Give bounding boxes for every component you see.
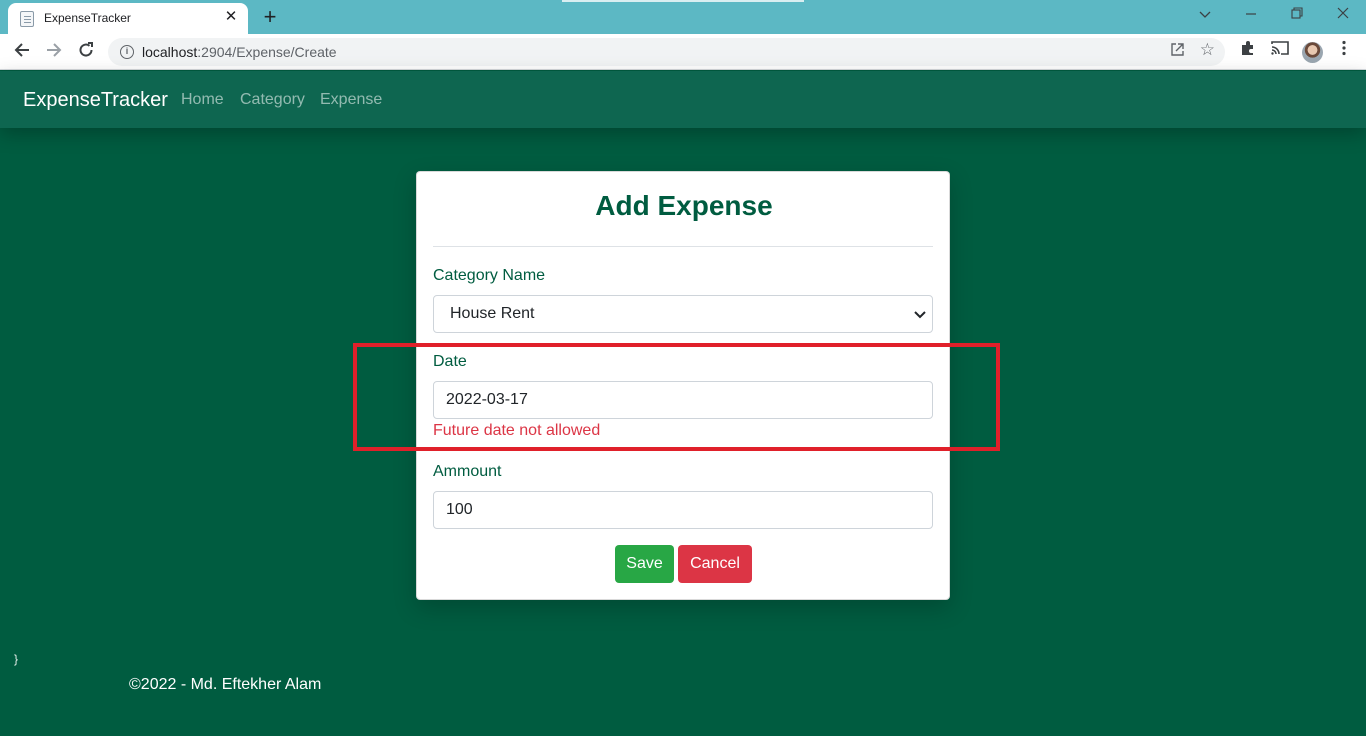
extensions-icon[interactable] xyxy=(1236,40,1260,64)
chevron-down-icon xyxy=(912,302,928,326)
tab-title: ExpenseTracker xyxy=(44,11,131,25)
minimize-icon[interactable] xyxy=(1239,4,1263,26)
app-navbar: ExpenseTracker Home Category Expense xyxy=(0,71,1366,128)
new-tab-icon[interactable]: + xyxy=(258,5,282,29)
amount-input[interactable]: 100 xyxy=(433,491,933,529)
back-arrow-icon[interactable] xyxy=(9,39,35,65)
cancel-button[interactable]: Cancel xyxy=(678,545,752,583)
url-host: localhost xyxy=(142,44,198,60)
title-divider xyxy=(433,246,933,247)
browser-tab[interactable]: ExpenseTracker ✕ xyxy=(8,3,248,34)
tab-close-icon[interactable]: ✕ xyxy=(222,8,240,26)
browser-tab-strip: ExpenseTracker ✕ + xyxy=(0,0,1366,34)
url-path: :2904/Expense/Create xyxy=(197,44,337,60)
cast-icon[interactable] xyxy=(1268,40,1292,64)
footer-copyright: ©2022 - Md. Eftekher Alam xyxy=(129,676,322,693)
menu-icon[interactable] xyxy=(1332,40,1356,64)
category-label: Category Name xyxy=(433,267,546,284)
reload-icon[interactable] xyxy=(73,39,99,65)
share-icon[interactable] xyxy=(1170,42,1185,61)
amount-input-value: 100 xyxy=(446,501,473,518)
amount-label: Ammount xyxy=(433,463,502,480)
save-button[interactable]: Save xyxy=(615,545,674,583)
category-selected-value: House Rent xyxy=(450,305,535,322)
nav-link-category[interactable]: Category xyxy=(240,91,305,109)
page-title: Add Expense xyxy=(595,190,773,221)
forward-arrow-icon[interactable] xyxy=(41,39,67,65)
nav-link-home[interactable]: Home xyxy=(181,91,224,109)
chevron-down-icon[interactable] xyxy=(1193,4,1217,26)
page-favicon-icon xyxy=(20,11,34,27)
address-bar[interactable]: i localhost:2904/Expense/Create ☆ xyxy=(108,38,1225,66)
profile-avatar[interactable] xyxy=(1302,42,1323,63)
brand-link[interactable]: ExpenseTracker xyxy=(23,89,168,112)
annotation-highlight-box xyxy=(353,343,1000,451)
restore-icon[interactable] xyxy=(1285,4,1309,26)
stray-brace-text: } xyxy=(14,652,19,666)
nav-link-expense[interactable]: Expense xyxy=(320,91,382,109)
browser-toolbar: i localhost:2904/Expense/Create ☆ xyxy=(0,34,1366,70)
category-select[interactable]: House Rent xyxy=(433,295,933,333)
tab-strip-indicator xyxy=(562,0,804,2)
star-icon[interactable]: ☆ xyxy=(1200,40,1215,60)
url-text[interactable]: localhost:2904/Expense/Create xyxy=(142,44,337,60)
close-icon[interactable] xyxy=(1331,4,1355,26)
info-icon[interactable]: i xyxy=(120,45,134,59)
